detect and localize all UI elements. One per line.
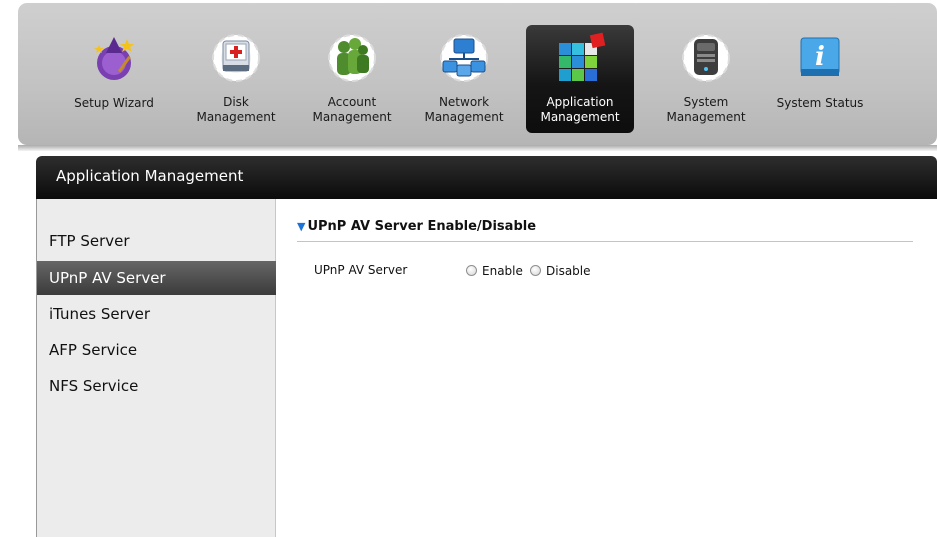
triangle-down-icon: ▼ [297, 220, 306, 233]
nav-label: System Management [666, 95, 746, 124]
enable-radio[interactable] [466, 265, 477, 276]
content-area: ▼ UPnP AV Server Enable/Disable UPnP AV S… [277, 199, 937, 537]
sidebar-item-label: iTunes Server [49, 305, 151, 323]
account-management-icon [328, 34, 376, 82]
nav-label: System Status [776, 96, 864, 110]
nav-label: Account Management [312, 95, 392, 124]
disk-management-icon [212, 34, 260, 82]
section-title-text: UPnP AV Server Enable/Disable [307, 219, 537, 234]
info-icon: i [800, 37, 840, 76]
system-management-icon [682, 34, 730, 82]
section-title: ▼ UPnP AV Server Enable/Disable [297, 219, 536, 234]
wizard-icon [94, 37, 134, 80]
nav-label: Setup Wizard [74, 96, 154, 110]
disable-radio-label[interactable]: Disable [546, 264, 591, 278]
section-divider [297, 241, 913, 242]
nav-application-management[interactable]: Application Management [526, 25, 634, 133]
nav-account-management[interactable]: Account Management [298, 25, 406, 133]
panel-header: Application Management [36, 156, 937, 199]
sidebar-item-itunes-server[interactable]: iTunes Server [37, 297, 276, 331]
toolbar-shadow [18, 145, 937, 151]
network-management-icon [440, 34, 488, 82]
panel-title: Application Management [56, 167, 244, 185]
nav-label: Network Management [424, 95, 504, 124]
nav-disk-management[interactable]: Disk Management [182, 25, 290, 133]
application-management-icon [559, 32, 606, 81]
enable-radio-label[interactable]: Enable [482, 264, 523, 278]
nav-network-management[interactable]: Network Management [410, 25, 518, 133]
upnp-field-label: UPnP AV Server [314, 263, 408, 277]
nav-system-management[interactable]: System Management [652, 25, 760, 133]
sidebar: FTP Server UPnP AV Server iTunes Server … [36, 199, 276, 537]
nav-system-status[interactable]: i System Status [766, 25, 874, 133]
sidebar-item-nfs-service[interactable]: NFS Service [37, 369, 276, 403]
sidebar-item-label: NFS Service [49, 377, 139, 395]
disable-radio[interactable] [530, 265, 541, 276]
top-nav-toolbar: Setup Wizard Disk Management Account Man… [18, 3, 937, 151]
sidebar-item-label: FTP Server [49, 232, 130, 250]
sidebar-item-afp-service[interactable]: AFP Service [37, 333, 276, 367]
nav-label: Application Management [540, 95, 620, 124]
nav-label: Disk Management [196, 95, 276, 124]
svg-text:i: i [815, 42, 825, 72]
sidebar-item-label: UPnP AV Server [49, 269, 166, 287]
sidebar-item-label: AFP Service [49, 341, 138, 359]
nav-setup-wizard[interactable]: Setup Wizard [60, 25, 168, 133]
sidebar-item-ftp-server[interactable]: FTP Server [37, 224, 276, 258]
sidebar-item-upnp-av-server[interactable]: UPnP AV Server [37, 261, 276, 295]
